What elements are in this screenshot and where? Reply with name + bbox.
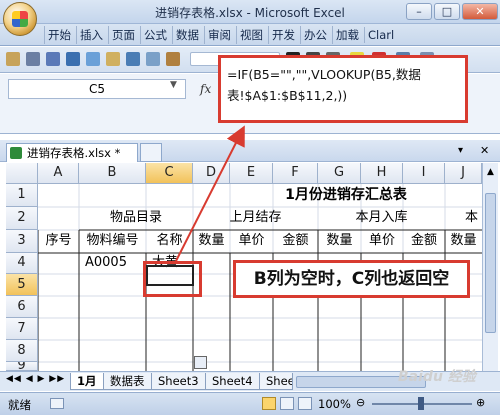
tab-review[interactable]: 审阅 (204, 25, 234, 44)
save-icon[interactable] (66, 52, 80, 66)
group-header-inbound: 本月入库 (355, 210, 408, 225)
sheet-tab-data[interactable]: 数据表 (103, 373, 152, 390)
tab-formula[interactable]: 公式 (140, 25, 170, 44)
minimize-button[interactable]: – (406, 3, 432, 20)
zoom-slider-thumb[interactable] (418, 397, 424, 410)
workbook-minimize-icon[interactable]: ▾ (458, 145, 463, 156)
tab-start[interactable]: 开始 (44, 25, 74, 44)
header-cell: 数量 (450, 233, 477, 248)
header-cell: 金额 (282, 233, 309, 248)
col-header-g[interactable]: G (318, 163, 361, 184)
paste-options-icon[interactable] (194, 356, 207, 369)
row-header-7[interactable]: 7 (6, 318, 38, 340)
tab-addins[interactable]: 加载 (332, 25, 362, 44)
row-header-5[interactable]: 5 (6, 274, 38, 296)
annotation-callout: B列为空时，C列也返回空 (233, 260, 470, 298)
status-ready: 就绪 (8, 398, 31, 412)
vertical-scrollbar[interactable]: ▲ (482, 163, 498, 371)
close-button[interactable]: ✕ (462, 3, 498, 20)
excel-file-icon (10, 147, 22, 159)
row-header-1[interactable]: 1 (6, 184, 38, 207)
group-header-partial: 本 (465, 210, 479, 225)
new-tab-button[interactable] (140, 143, 162, 162)
zoom-in-icon[interactable]: ⊕ (476, 396, 485, 409)
row-header-4[interactable]: 4 (6, 253, 38, 274)
cut-icon[interactable] (26, 52, 40, 66)
status-bar: 就绪 100% ⊖ ⊕ (0, 392, 500, 415)
row-header-2[interactable]: 2 (6, 207, 38, 230)
col-header-d[interactable]: D (193, 163, 230, 184)
select-all-corner[interactable] (6, 163, 38, 184)
col-header-b[interactable]: B (79, 163, 146, 184)
copy-icon[interactable] (46, 52, 60, 66)
col-header-e[interactable]: E (230, 163, 273, 184)
sheet-title: 1月份进销存汇总表 (285, 187, 407, 203)
office-logo-icon (12, 11, 28, 27)
formula-input[interactable]: =IF(B5="","",VLOOKUP(B5,数据表!$A$1:$B$11,2… (218, 55, 468, 123)
workbook-close-icon[interactable]: ✕ (480, 144, 489, 157)
col-header-i[interactable]: I (403, 163, 445, 184)
header-cell: 物料编号 (86, 233, 139, 248)
name-box[interactable]: C5 (8, 79, 186, 99)
sheet-tab-sheet[interactable]: Sheet (259, 373, 293, 390)
col-header-j[interactable]: J (445, 163, 482, 184)
col-header-a[interactable]: A (38, 163, 79, 184)
normal-view-icon[interactable] (262, 397, 276, 410)
header-cell: 名称 (156, 233, 183, 248)
undo-icon[interactable] (126, 52, 140, 66)
workbook-tab[interactable]: 进销存表格.xlsx * (6, 143, 138, 162)
scroll-up-icon[interactable]: ▲ (485, 167, 496, 179)
row-header-8[interactable]: 8 (6, 340, 38, 362)
tab-developer[interactable]: 开发 (268, 25, 298, 44)
zoom-level[interactable]: 100% (318, 397, 351, 411)
tab-page[interactable]: 页面 (108, 25, 138, 44)
tab-view[interactable]: 视图 (236, 25, 266, 44)
format-painter-icon[interactable] (106, 52, 120, 66)
zoom-out-icon[interactable]: ⊖ (356, 396, 365, 409)
header-cell: 单价 (238, 233, 265, 248)
row-header-3[interactable]: 3 (6, 230, 38, 253)
redo-icon[interactable] (146, 52, 160, 66)
header-cell: 数量 (198, 233, 225, 248)
group-header-last-month: 上月结存 (229, 210, 282, 225)
page-layout-icon[interactable] (280, 397, 294, 410)
tab-data[interactable]: 数据 (172, 25, 202, 44)
col-header-c[interactable]: C (146, 163, 193, 184)
col-header-f[interactable]: F (273, 163, 318, 184)
ribbon-tabs: 开始 插入 页面 公式 数据 审阅 视图 开发 办公 加载 Clarl (0, 24, 500, 46)
macro-record-icon[interactable] (50, 398, 64, 409)
paste-icon[interactable] (6, 52, 20, 66)
cell-b4[interactable]: A0005 (79, 253, 146, 274)
selected-cell-c5[interactable] (143, 261, 202, 297)
vertical-scroll-thumb[interactable] (485, 193, 496, 333)
sheet-tab-jan[interactable]: 1月 (70, 373, 104, 390)
tab-insert[interactable]: 插入 (76, 25, 106, 44)
header-cell: 序号 (45, 233, 72, 248)
header-cell: 单价 (368, 233, 395, 248)
tab-clarl[interactable]: Clarl (364, 26, 397, 43)
group-header-catalog: 物品目录 (109, 210, 162, 225)
sheet-nav-icon[interactable]: ◀◀ ◀ ▶ ▶▶ (6, 374, 65, 384)
page-break-icon[interactable] (298, 397, 312, 410)
restore-button[interactable]: □ (434, 3, 460, 20)
col-header-h[interactable]: H (361, 163, 403, 184)
chevron-down-icon[interactable]: ▼ (170, 80, 177, 90)
sheet-tab-sheet4[interactable]: Sheet4 (205, 373, 260, 390)
sort-icon[interactable] (166, 52, 180, 66)
function-icon[interactable]: fx (200, 82, 211, 96)
office-button[interactable] (3, 2, 37, 36)
row-header-6[interactable]: 6 (6, 296, 38, 318)
sheet-tab-sheet3[interactable]: Sheet3 (151, 373, 206, 390)
watermark: Baidu 经验 (398, 369, 476, 385)
tab-office[interactable]: 办公 (300, 25, 330, 44)
print-icon[interactable] (86, 52, 100, 66)
row-header-9[interactable]: 9 (6, 362, 38, 371)
header-cell: 金额 (410, 233, 437, 248)
header-cell: 数量 (326, 233, 353, 248)
